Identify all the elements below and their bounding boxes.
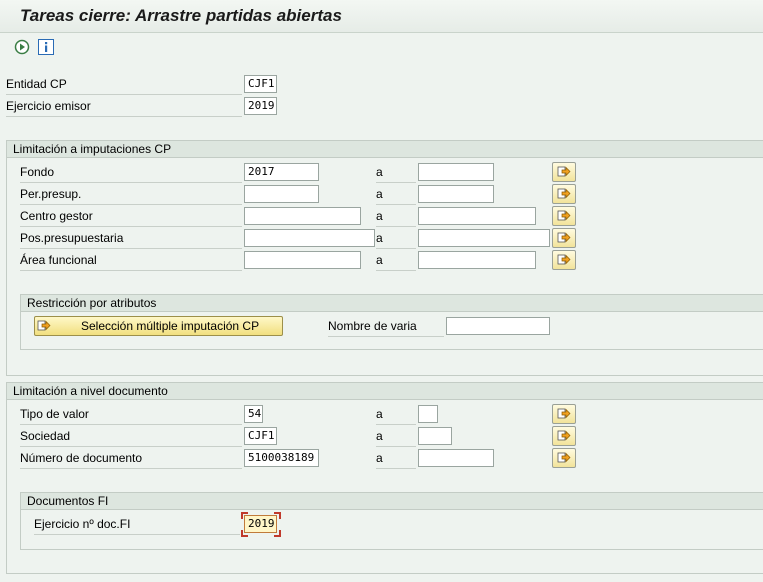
per-presup-to-label: a xyxy=(376,184,416,205)
multiple-selection-arrow-icon xyxy=(37,320,51,331)
tipo-valor-label: Tipo de valor xyxy=(20,404,242,425)
per-presup-multiple-selection-button[interactable] xyxy=(552,184,576,204)
ejercicio-emisor-field[interactable]: 2019 xyxy=(244,97,277,115)
pos-presupuestaria-label: Pos.presupuestaria xyxy=(20,228,242,249)
multiple-selection-cp-label: Selección múltiple imputación CP xyxy=(81,319,260,333)
variant-name-field[interactable] xyxy=(446,317,550,335)
per-presup-from-field[interactable] xyxy=(244,185,319,203)
ejercicio-doc-fi-label: Ejercicio nº doc.FI xyxy=(34,514,240,535)
multiple-selection-arrow-icon xyxy=(557,232,571,243)
sociedad-multiple-selection-button[interactable] xyxy=(552,426,576,446)
pos-presupuestaria-to-label: a xyxy=(376,228,416,249)
fondo-to-label: a xyxy=(376,162,416,183)
centro-gestor-multiple-selection-button[interactable] xyxy=(552,206,576,226)
sociedad-to-label: a xyxy=(376,426,416,447)
multiple-selection-arrow-icon xyxy=(557,408,571,419)
numero-documento-from-field[interactable]: 5100038189 xyxy=(244,449,319,467)
numero-documento-multiple-selection-button[interactable] xyxy=(552,448,576,468)
sociedad-from-field[interactable]: CJF1 xyxy=(244,427,277,445)
restriction-title: Restricción por atributos xyxy=(21,295,763,312)
pos-presupuestaria-from-field[interactable] xyxy=(244,229,375,247)
numero-documento-to-label: a xyxy=(376,448,416,469)
multiple-selection-arrow-icon xyxy=(557,188,571,199)
tipo-valor-from-field[interactable]: 54 xyxy=(244,405,263,423)
fondo-from-field[interactable]: 2017 xyxy=(244,163,319,181)
multiple-selection-arrow-icon xyxy=(557,430,571,441)
tipo-valor-to-label: a xyxy=(376,404,416,425)
entidad-cp-label: Entidad CP xyxy=(6,74,242,95)
entidad-cp-field[interactable]: CJF1 xyxy=(244,75,277,93)
fondo-label: Fondo xyxy=(20,162,242,183)
area-funcional-label: Área funcional xyxy=(20,250,242,271)
focus-corner xyxy=(274,530,281,537)
ejercicio-doc-fi-field[interactable]: 2019 xyxy=(244,515,277,533)
area-funcional-from-field[interactable] xyxy=(244,251,361,269)
sociedad-to-field[interactable] xyxy=(418,427,452,445)
area-funcional-to-field[interactable] xyxy=(418,251,536,269)
numero-documento-label: Número de documento xyxy=(20,448,242,469)
tipo-valor-to-field[interactable] xyxy=(418,405,438,423)
area-funcional-multiple-selection-button[interactable] xyxy=(552,250,576,270)
limit-cp-title: Limitación a imputaciones CP xyxy=(7,141,763,158)
pos-presupuestaria-to-field[interactable] xyxy=(418,229,550,247)
sociedad-label: Sociedad xyxy=(20,426,242,447)
centro-gestor-to-field[interactable] xyxy=(418,207,536,225)
execute-icon[interactable] xyxy=(14,39,30,55)
tipo-valor-multiple-selection-button[interactable] xyxy=(552,404,576,424)
focus-corner xyxy=(241,512,248,519)
multiple-selection-arrow-icon xyxy=(557,254,571,265)
per-presup-label: Per.presup. xyxy=(20,184,242,205)
area-funcional-to-label: a xyxy=(376,250,416,271)
variant-name-label: Nombre de varia xyxy=(328,316,444,337)
per-presup-to-field[interactable] xyxy=(418,185,494,203)
fondo-multiple-selection-button[interactable] xyxy=(552,162,576,182)
multiple-selection-arrow-icon xyxy=(557,166,571,177)
numero-documento-to-field[interactable] xyxy=(418,449,494,467)
multiple-selection-cp-button[interactable]: Selección múltiple imputación CP xyxy=(34,316,283,336)
focus-corner xyxy=(274,512,281,519)
ejercicio-emisor-label: Ejercicio emisor xyxy=(6,96,242,117)
application-toolbar xyxy=(0,33,763,61)
pos-presupuestaria-multiple-selection-button[interactable] xyxy=(552,228,576,248)
multiple-selection-arrow-icon xyxy=(557,210,571,221)
page-title: Tareas cierre: Arrastre partidas abierta… xyxy=(20,6,342,25)
centro-gestor-label: Centro gestor xyxy=(20,206,242,227)
fondo-to-field[interactable] xyxy=(418,163,494,181)
focus-corner xyxy=(241,530,248,537)
limit-doc-title: Limitación a nivel documento xyxy=(7,383,763,400)
documentos-fi-title: Documentos FI xyxy=(21,493,763,510)
centro-gestor-from-field[interactable] xyxy=(244,207,361,225)
info-icon[interactable] xyxy=(38,39,54,55)
multiple-selection-arrow-icon xyxy=(557,452,571,463)
centro-gestor-to-label: a xyxy=(376,206,416,227)
